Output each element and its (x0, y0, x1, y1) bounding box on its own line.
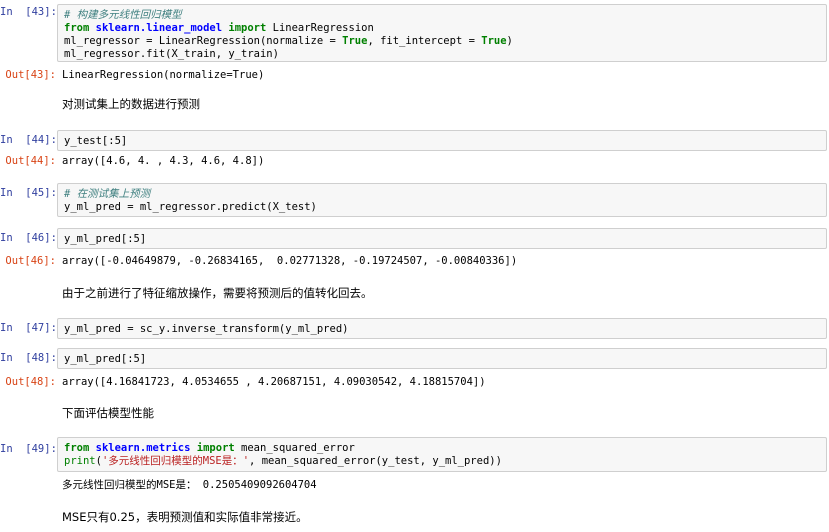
keyword-import: import (228, 22, 267, 34)
input-prompt: In [44]: (0, 134, 57, 146)
code-text: y_ml_pred = sc_y.inverse_transform(y_ml_… (64, 323, 349, 335)
code-input[interactable]: y_ml_pred = sc_y.inverse_transform(y_ml_… (57, 318, 827, 339)
input-prompt: In [46]: (0, 232, 57, 244)
markdown-text: 下面评估模型性能 (62, 406, 154, 420)
string-literal: '多元线性回归模型的MSE是：' (101, 455, 250, 467)
code-text: , fit_intercept = (367, 35, 482, 47)
input-prompt: In [49]: (0, 443, 57, 455)
input-prompt: In [43]: (0, 6, 57, 18)
input-prompt: In [48]: (0, 352, 57, 364)
code-input[interactable]: # 在测试集上预测 y_ml_pred = ml_regressor.predi… (57, 183, 827, 217)
code-comment: # 构建多元线性回归模型 (64, 9, 182, 21)
markdown-text: 对测试集上的数据进行预测 (62, 97, 200, 111)
module-name: sklearn.metrics (95, 442, 191, 454)
keyword-from: from (64, 22, 90, 34)
code-text: ml_regressor.fit(X_train, y_train) (64, 48, 279, 60)
keyword-true: True (342, 35, 368, 47)
markdown-text: 由于之前进行了特征缩放操作，需要将预测后的值转化回去。 (62, 286, 373, 300)
code-text: y_ml_pred[:5] (64, 233, 147, 245)
code-input[interactable]: y_ml_pred[:5] (57, 228, 827, 249)
output-prompt: Out[44]: (5, 155, 56, 167)
cell-output: LinearRegression(normalize=True) (62, 69, 265, 81)
input-prompt: In [47]: (0, 322, 57, 334)
code-input[interactable]: y_ml_pred[:5] (57, 348, 827, 369)
code-text: y_test[:5] (64, 135, 128, 147)
code-text: y_ml_pred[:5] (64, 353, 147, 365)
code-text: ) (506, 35, 513, 47)
keyword-from: from (64, 442, 90, 454)
module-name: sklearn.linear_model (95, 22, 223, 34)
keyword-import: import (196, 442, 235, 454)
code-input[interactable]: # 构建多元线性回归模型 from sklearn.linear_model i… (57, 4, 827, 62)
code-input[interactable]: y_test[:5] (57, 130, 827, 151)
code-comment: # 在测试集上预测 (64, 188, 151, 200)
code-text: , mean_squared_error(y_test, y_ml_pred)) (249, 455, 502, 467)
keyword-true: True (481, 35, 507, 47)
import-name: mean_squared_error (234, 442, 355, 454)
output-prompt: Out[48]: (5, 376, 56, 388)
code-text: y_ml_pred = ml_regressor.predict(X_test) (64, 201, 317, 213)
input-prompt: In [45]: (0, 187, 57, 199)
cell-output: array([4.6, 4. , 4.3, 4.6, 4.8]) (62, 155, 265, 167)
builtin-print: print (64, 455, 96, 467)
cell-output: array([4.16841723, 4.0534655 , 4.2068715… (62, 376, 486, 388)
cell-output: array([-0.04649879, -0.26834165, 0.02771… (62, 255, 518, 267)
code-input[interactable]: from sklearn.metrics import mean_squared… (57, 437, 827, 472)
markdown-text: MSE只有0.25，表明预测值和实际值非常接近。 (62, 510, 308, 524)
output-prompt: Out[43]: (5, 69, 56, 81)
output-prompt: Out[46]: (5, 255, 56, 267)
code-text: ml_regressor = LinearRegression(normaliz… (64, 35, 343, 47)
cell-output: 多元线性回归模型的MSE是： 0.2505409092604704 (62, 479, 317, 491)
import-name: LinearRegression (266, 22, 374, 34)
